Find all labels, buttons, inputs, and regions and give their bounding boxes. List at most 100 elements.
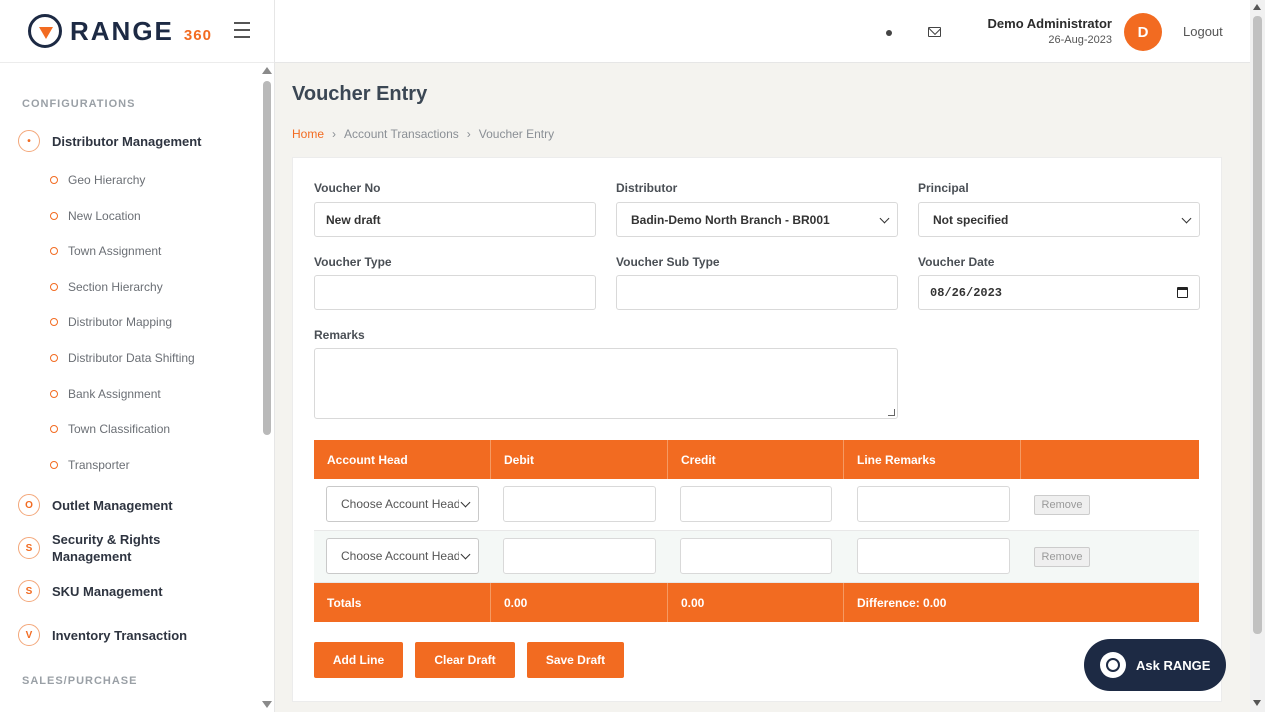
chevron-down-icon xyxy=(460,497,471,508)
ring-icon xyxy=(50,283,58,291)
line-remarks-input[interactable] xyxy=(857,538,1010,574)
sidebar-subitem-label: Distributor Data Shifting xyxy=(68,351,195,365)
ask-range-button[interactable]: Ask RANGE xyxy=(1084,639,1226,691)
credit-input[interactable] xyxy=(680,486,832,522)
total-difference: Difference: 0.00 xyxy=(857,595,947,610)
scroll-down-arrow-icon[interactable] xyxy=(262,701,272,708)
sidebar-subitem-new-location[interactable]: New Location xyxy=(50,209,141,223)
scroll-up-arrow-icon[interactable] xyxy=(262,67,272,74)
sidebar-subitem-town-classification[interactable]: Town Classification xyxy=(50,422,170,436)
debit-input[interactable] xyxy=(503,538,656,574)
sidebar-item-label: Outlet Management xyxy=(52,497,173,513)
voucher-sub-type-field[interactable] xyxy=(616,275,898,310)
ring-icon xyxy=(50,425,58,433)
line-remarks-input[interactable] xyxy=(857,486,1010,522)
remove-line-button[interactable]: Remove xyxy=(1034,547,1090,567)
status-dot-icon[interactable] xyxy=(886,30,892,36)
section-title-sales-purchase: SALES/PURCHASE xyxy=(22,675,138,687)
sidebar-subitem-label: Town Classification xyxy=(68,422,171,436)
ring-icon xyxy=(50,247,58,255)
top-header: Demo Administrator 26-Aug-2023 D Logout xyxy=(275,0,1250,63)
section-title-configurations: CONFIGURATIONS xyxy=(22,98,136,110)
distributor-selected-value: Badin-Demo North Branch - BR001 xyxy=(631,212,830,227)
sidebar-item-security-rights[interactable]: S Security & Rights Management xyxy=(0,531,182,565)
sidebar-subitem-section-hierarchy[interactable]: Section Hierarchy xyxy=(50,280,163,294)
distributor-management-badge: • xyxy=(18,130,40,152)
sidebar: RANGE 360 CONFIGURATIONS • Distributor M… xyxy=(0,0,275,712)
chevron-down-icon xyxy=(879,213,890,224)
ask-range-label: Ask RANGE xyxy=(1136,657,1211,673)
logout-link[interactable]: Logout xyxy=(1183,24,1223,39)
breadcrumb-account-transactions[interactable]: Account Transactions xyxy=(344,127,459,141)
header-date: 26-Aug-2023 xyxy=(1048,34,1112,46)
sidebar-subitem-distributor-mapping[interactable]: Distributor Mapping xyxy=(50,315,172,329)
account-head-placeholder: Choose Account Head xyxy=(341,497,459,511)
user-name: Demo Administrator xyxy=(987,16,1112,31)
page-scroll-up-icon[interactable] xyxy=(1253,4,1261,10)
remarks-textarea[interactable] xyxy=(314,348,898,419)
sidebar-subitem-geo-hierarchy[interactable]: Geo Hierarchy xyxy=(50,173,145,187)
breadcrumb-separator: › xyxy=(332,127,337,141)
debit-input[interactable] xyxy=(503,486,656,522)
ring-icon xyxy=(50,176,58,184)
principal-select[interactable]: Not specified xyxy=(918,202,1200,237)
logo-bar: RANGE 360 xyxy=(0,0,274,63)
table-row: Choose Account Head Remove xyxy=(314,479,1199,531)
sidebar-subitem-town-assignment[interactable]: Town Assignment xyxy=(50,244,161,258)
page-scroll-thumb[interactable] xyxy=(1253,16,1262,634)
remove-line-button[interactable]: Remove xyxy=(1034,495,1090,515)
column-header-actions xyxy=(1021,440,1199,479)
page-scroll-down-icon[interactable] xyxy=(1253,700,1261,706)
sidebar-scroll-thumb[interactable] xyxy=(263,81,271,435)
resize-grip-icon[interactable] xyxy=(888,409,895,416)
sidebar-subitem-transporter[interactable]: Transporter xyxy=(50,458,130,472)
breadcrumb-home-link[interactable]: Home xyxy=(292,127,324,141)
ring-icon xyxy=(50,212,58,220)
table-totals-row: Totals 0.00 0.00 Difference: 0.00 xyxy=(314,583,1199,622)
clear-draft-button[interactable]: Clear Draft xyxy=(415,642,515,678)
ring-icon xyxy=(50,461,58,469)
save-draft-button[interactable]: Save Draft xyxy=(527,642,624,678)
table-row: Choose Account Head Remove xyxy=(314,531,1199,583)
sidebar-nav: CONFIGURATIONS • Distributor Management … xyxy=(0,63,260,712)
inventory-badge: V xyxy=(18,624,40,646)
page-title: Voucher Entry xyxy=(292,83,428,105)
hamburger-menu-icon[interactable] xyxy=(234,22,250,38)
account-head-select[interactable]: Choose Account Head xyxy=(326,486,479,522)
ring-icon xyxy=(50,354,58,362)
calendar-icon[interactable] xyxy=(1177,287,1188,298)
credit-input[interactable] xyxy=(680,538,832,574)
ring-icon xyxy=(50,318,58,326)
distributor-select[interactable]: Badin-Demo North Branch - BR001 xyxy=(616,202,898,237)
sidebar-item-distributor-management[interactable]: • Distributor Management xyxy=(0,130,202,152)
voucher-date-label: Voucher Date xyxy=(918,255,995,269)
avatar[interactable]: D xyxy=(1124,13,1162,51)
breadcrumb: Home › Account Transactions › Voucher En… xyxy=(292,127,554,141)
sidebar-subitem-label: Town Assignment xyxy=(68,244,162,258)
page-scrollbar[interactable] xyxy=(1250,0,1265,712)
voucher-lines-table: Account Head Debit Credit Line Remarks C… xyxy=(314,440,1199,622)
principal-label: Principal xyxy=(918,181,969,195)
sidebar-scrollbar[interactable] xyxy=(260,63,274,712)
voucher-type-field[interactable] xyxy=(314,275,596,310)
sidebar-item-sku-management[interactable]: S SKU Management xyxy=(0,580,163,602)
voucher-no-field[interactable]: New draft xyxy=(314,202,596,237)
breadcrumb-separator: › xyxy=(466,127,471,141)
sidebar-subitem-bank-assignment[interactable]: Bank Assignment xyxy=(50,387,161,401)
account-head-select[interactable]: Choose Account Head xyxy=(326,538,479,574)
sidebar-subitem-label: Bank Assignment xyxy=(68,387,161,401)
logo-text: RANGE xyxy=(70,15,174,46)
voucher-sub-type-label: Voucher Sub Type xyxy=(616,255,720,269)
voucher-date-field[interactable]: 08/26/2023 xyxy=(918,275,1200,310)
add-line-button[interactable]: Add Line xyxy=(314,642,403,678)
sidebar-item-outlet-management[interactable]: O Outlet Management xyxy=(0,494,173,516)
sidebar-subitem-distributor-data-shifting[interactable]: Distributor Data Shifting xyxy=(50,351,195,365)
column-header-credit: Credit xyxy=(668,440,844,479)
sidebar-item-inventory-transaction[interactable]: V Inventory Transaction xyxy=(0,624,187,646)
totals-label: Totals xyxy=(314,583,491,622)
principal-selected-value: Not specified xyxy=(933,212,1009,227)
sidebar-item-label: Security & Rights Management xyxy=(52,532,161,564)
security-badge: S xyxy=(18,537,40,559)
account-head-placeholder: Choose Account Head xyxy=(341,549,459,563)
mail-icon[interactable] xyxy=(928,27,941,37)
